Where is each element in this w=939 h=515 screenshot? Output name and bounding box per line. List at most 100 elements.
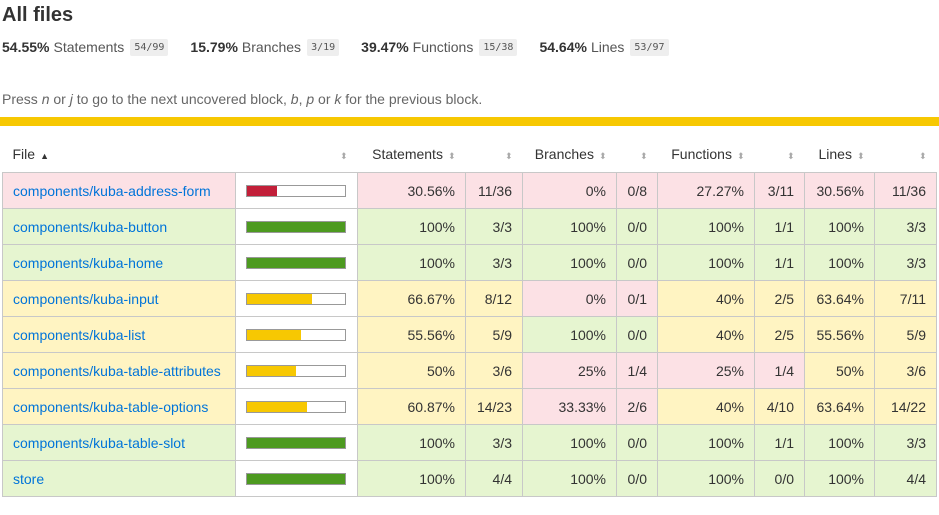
header-statements-label: Statements [372, 146, 443, 162]
summary-lines: 54.64% Lines 53/97 [539, 38, 669, 56]
functions-pct: 40% [657, 316, 755, 353]
branches-pct: 100% [522, 316, 617, 353]
file-link[interactable]: components/kuba-table-slot [13, 435, 185, 451]
coverage-bar-cell [235, 352, 358, 389]
coverage-bar [246, 436, 346, 449]
branches-fraction: 1/4 [616, 352, 658, 389]
summary-pct: 54.64% [539, 39, 587, 55]
coverage-bar [246, 472, 346, 485]
header-branches[interactable]: Branches ⬍ [523, 136, 617, 173]
statements-fraction: 11/36 [465, 172, 523, 209]
file-link[interactable]: components/kuba-list [13, 327, 145, 343]
summary-fraction: 3/19 [307, 38, 340, 56]
file-link[interactable]: components/kuba-table-options [13, 399, 208, 415]
sort-icon: ⬍ [639, 151, 648, 161]
branches-pct: 100% [522, 208, 617, 245]
lines-fraction: 3/3 [874, 424, 937, 461]
lines-fraction: 3/3 [874, 244, 937, 281]
coverage-bar [246, 364, 346, 377]
lines-fraction: 7/11 [874, 280, 937, 317]
summary-pct: 39.47% [361, 39, 409, 55]
statements-fraction: 3/3 [465, 208, 523, 245]
statements-fraction: 8/12 [465, 280, 523, 317]
file-cell: components/kuba-address-form [2, 172, 236, 209]
summary-pct: 15.79% [190, 39, 238, 55]
coverage-bar-cell [235, 388, 358, 425]
summary-fraction: 53/97 [630, 38, 669, 56]
coverage-bar-fill [247, 293, 313, 304]
header-statements[interactable]: Statements ⬍ [358, 136, 466, 173]
header-lines-raw[interactable]: ⬍ [875, 136, 937, 173]
sort-icon: ⬍ [856, 151, 865, 161]
summary-fraction: 54/99 [130, 38, 169, 56]
functions-pct: 100% [657, 244, 755, 281]
lines-fraction: 14/22 [874, 388, 937, 425]
page-title: All files [2, 4, 74, 26]
branches-fraction: 0/0 [616, 316, 658, 353]
functions-pct: 25% [657, 352, 755, 389]
statements-fraction: 3/3 [465, 244, 523, 281]
branches-fraction: 0/0 [616, 208, 658, 245]
coverage-bar [246, 184, 346, 197]
file-cell: components/kuba-table-options [2, 388, 236, 425]
file-link[interactable]: components/kuba-table-attributes [13, 363, 221, 379]
statements-fraction: 14/23 [465, 388, 523, 425]
statements-pct: 100% [357, 460, 466, 497]
functions-fraction: 0/0 [754, 460, 805, 497]
header-coverage-bar[interactable]: ⬍ [236, 136, 358, 173]
lines-pct: 100% [804, 460, 875, 497]
functions-pct: 27.27% [657, 172, 755, 209]
file-link[interactable]: components/kuba-input [13, 291, 159, 307]
statements-pct: 55.56% [357, 316, 466, 353]
coverage-rows: components/kuba-address-form 30.56% 11/36 0… [2, 172, 937, 497]
lines-pct: 50% [804, 352, 875, 389]
lines-pct: 55.56% [804, 316, 875, 353]
file-cell: components/kuba-home [2, 244, 236, 281]
summary-statements: 54.55% Statements 54/99 [2, 38, 169, 56]
statements-pct: 66.67% [357, 280, 466, 317]
status-stripe [0, 117, 939, 126]
branches-pct: 33.33% [522, 388, 617, 425]
branches-pct: 0% [522, 280, 617, 317]
sort-icon: ⬍ [736, 151, 745, 161]
header-functions-raw[interactable]: ⬍ [755, 136, 805, 173]
file-link[interactable]: components/kuba-button [13, 219, 167, 235]
branches-pct: 100% [522, 460, 617, 497]
functions-pct: 100% [657, 424, 755, 461]
header-file-label: File [12, 146, 36, 162]
file-link[interactable]: components/kuba-home [13, 255, 163, 271]
branches-fraction: 0/1 [616, 280, 658, 317]
header-statements-raw[interactable]: ⬍ [466, 136, 523, 173]
summary-label: Statements [53, 39, 125, 55]
statements-fraction: 4/4 [465, 460, 523, 497]
statements-pct: 100% [357, 424, 466, 461]
coverage-bar-fill [247, 185, 277, 196]
sort-icon: ⬍ [447, 151, 456, 161]
sort-ascending-icon: ▲ [40, 151, 49, 161]
header-branches-raw[interactable]: ⬍ [617, 136, 658, 173]
coverage-bar-fill [247, 221, 345, 232]
header-functions[interactable]: Functions ⬍ [658, 136, 755, 173]
coverage-bar-cell [235, 208, 358, 245]
functions-fraction: 1/1 [754, 208, 805, 245]
lines-fraction: 3/6 [874, 352, 937, 389]
lines-fraction: 5/9 [874, 316, 937, 353]
header-lines[interactable]: Lines ⬍ [805, 136, 875, 173]
file-link[interactable]: components/kuba-address-form [13, 183, 211, 199]
coverage-bar-cell [235, 316, 358, 353]
branches-pct: 25% [522, 352, 617, 389]
coverage-bar-cell [235, 460, 358, 497]
statements-pct: 100% [357, 244, 466, 281]
coverage-bar-cell [235, 280, 358, 317]
coverage-bar-fill [247, 257, 345, 268]
table-row: components/kuba-table-options 60.87% 14/23… [2, 388, 937, 425]
file-link[interactable]: store [13, 471, 44, 487]
file-cell: components/kuba-list [2, 316, 236, 353]
summary-functions: 39.47% Functions 15/38 [361, 38, 518, 56]
statements-fraction: 3/3 [465, 424, 523, 461]
sort-icon: ⬍ [504, 151, 513, 161]
lines-fraction: 3/3 [874, 208, 937, 245]
table-row: components/kuba-list 55.56% 5/9 100% 0/0 40% 2… [2, 316, 937, 353]
header-file[interactable]: File ▲ [3, 136, 236, 173]
coverage-bar-cell [235, 424, 358, 461]
